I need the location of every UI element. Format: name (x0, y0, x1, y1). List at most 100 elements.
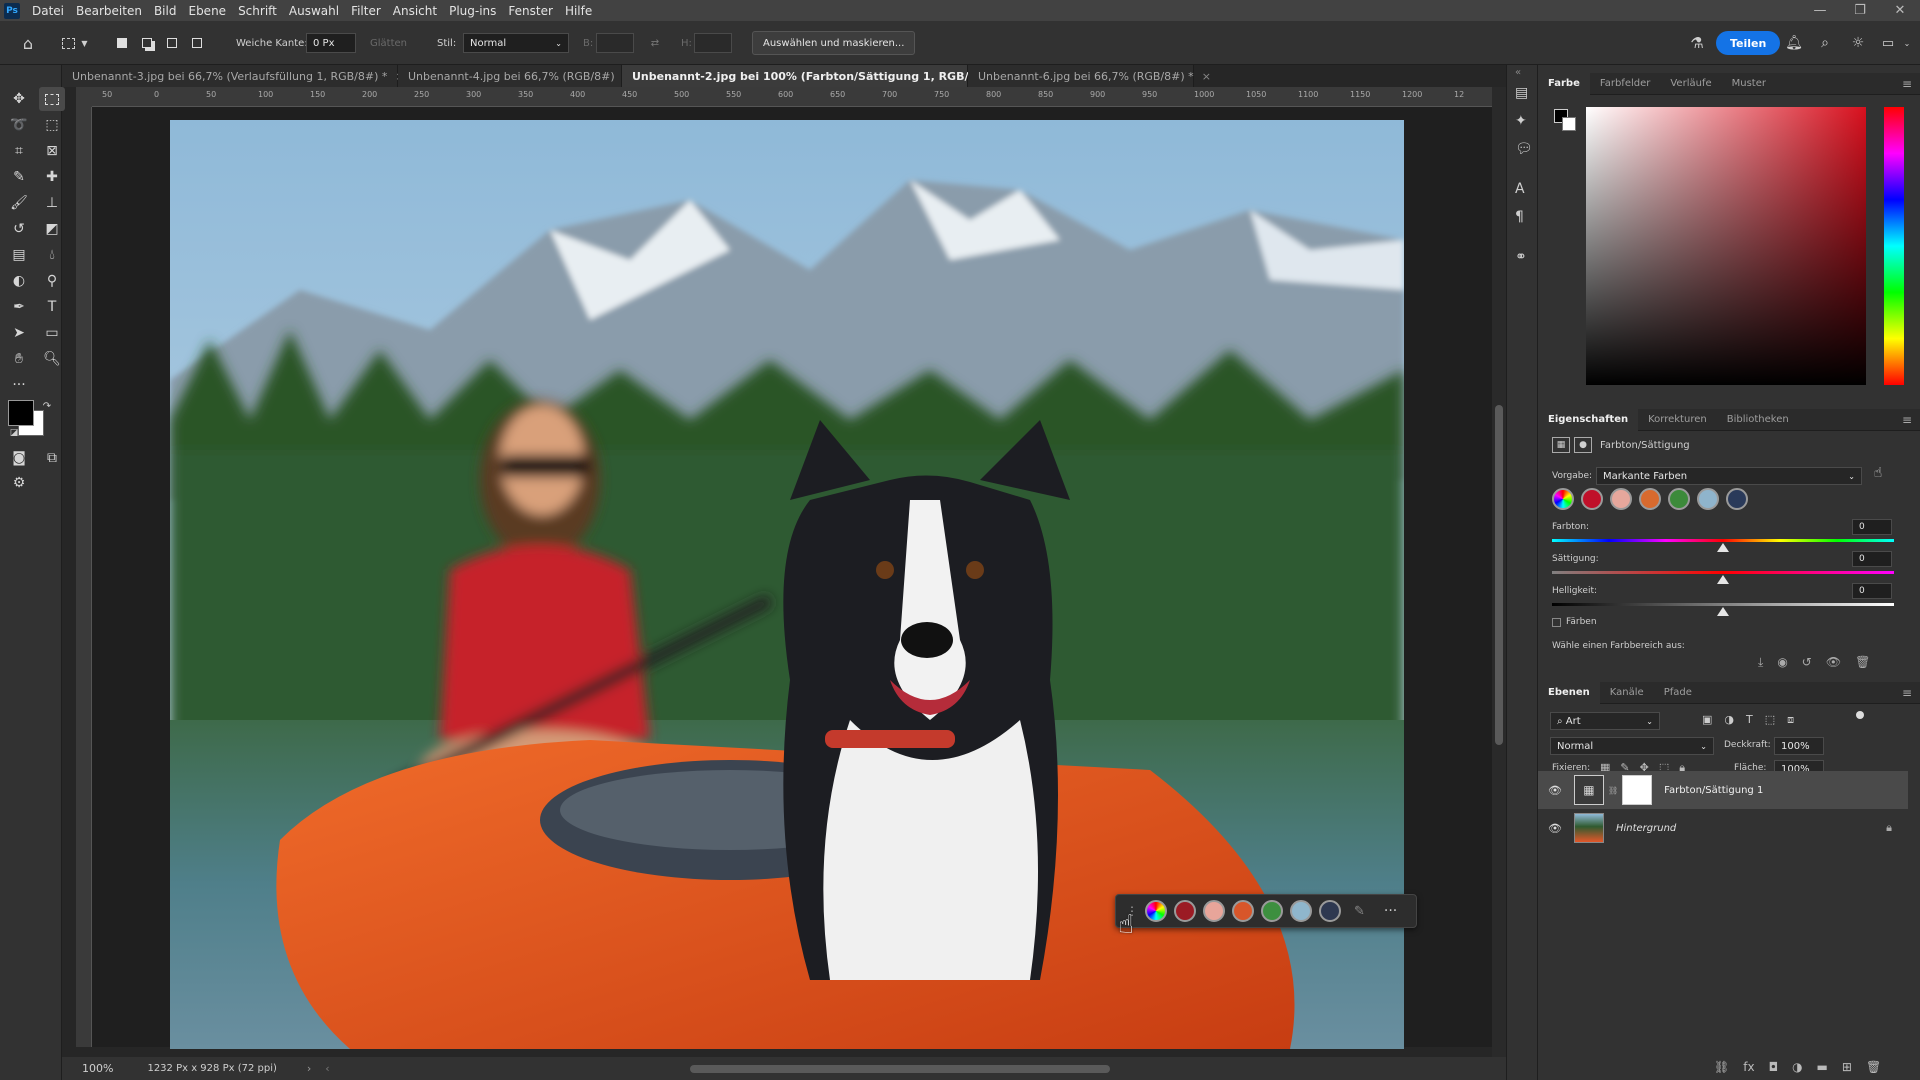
menu-item-bild[interactable]: Bild (148, 4, 183, 18)
more-tools-icon[interactable]: ··· (6, 373, 32, 397)
type-tool-icon[interactable]: T (39, 295, 65, 319)
eraser-tool-icon[interactable]: ◩ (39, 217, 65, 241)
visibility-eye-icon[interactable]: 👁︎ (1548, 822, 1562, 835)
saturation-slider[interactable] (1552, 571, 1894, 574)
more-options-icon[interactable]: ··· (1384, 903, 1397, 919)
hand-tool-icon[interactable]: ✋︎ (6, 347, 32, 371)
comments-icon[interactable]: 💬︎ (1515, 141, 1533, 157)
workspace-icon[interactable]: ▭ (1878, 21, 1898, 65)
width-input[interactable] (596, 33, 634, 53)
feather-input[interactable]: 0 Px (306, 33, 356, 53)
swap-dimensions-icon[interactable]: ⇄ (647, 21, 663, 65)
reset-icon[interactable]: ↺ (1802, 655, 1812, 670)
history-brush-tool-icon[interactable]: ↺ (6, 217, 32, 241)
tab-kanaele[interactable]: Kanäle (1600, 682, 1654, 704)
pen-tool-icon[interactable]: ✒ (6, 295, 32, 319)
menu-item-ebene[interactable]: Ebene (182, 4, 232, 18)
tab-korrekturen[interactable]: Korrekturen (1638, 409, 1717, 431)
preset-dropdown[interactable]: Markante Farben ⌄ (1596, 467, 1862, 485)
share-button[interactable]: Teilen (1716, 31, 1781, 55)
character-panel-icon[interactable]: A (1515, 181, 1525, 197)
blend-mode-dropdown[interactable]: Normal ⌄ (1550, 737, 1714, 755)
crop-tool-icon[interactable]: ⌗ (6, 139, 32, 163)
rect-marquee-tool-icon[interactable] (39, 87, 65, 111)
preset-swatch-orange[interactable] (1639, 488, 1661, 510)
search-icon[interactable]: ⌕ (1815, 21, 1835, 65)
zoom-tool-icon[interactable]: 🔍︎ (39, 347, 65, 371)
color-bg-swatch[interactable] (1562, 117, 1576, 131)
add-selection-icon[interactable] (138, 21, 156, 65)
new-adjustment-icon[interactable]: ◑ (1792, 1060, 1802, 1074)
all-colors-swatch[interactable] (1145, 900, 1167, 922)
context-swatch-6[interactable] (1319, 900, 1341, 922)
default-colors-icon[interactable]: ◪ (8, 427, 20, 439)
scroll-thumb[interactable] (1495, 405, 1503, 745)
hue-slider[interactable] (1884, 107, 1904, 385)
tab-unbenannt-3[interactable]: Unbenannt-3.jpg bei 66,7% (Verlaufsfüllu… (62, 65, 405, 87)
restore-icon[interactable]: ❐ (1840, 0, 1880, 21)
menu-item-auswahl[interactable]: Auswahl (283, 4, 345, 18)
lightness-value-input[interactable]: 0 (1852, 583, 1892, 599)
intersect-selection-icon[interactable] (188, 21, 206, 65)
opacity-input[interactable]: 100% (1774, 737, 1824, 755)
new-layer-icon[interactable]: ⊞ (1842, 1060, 1852, 1074)
hue-value-input[interactable]: 0 (1852, 519, 1892, 535)
tab-muster[interactable]: Muster (1722, 73, 1776, 95)
screen-mode-icon[interactable]: ⧉ (39, 446, 65, 470)
filter-toggle-icon[interactable] (1856, 711, 1864, 719)
layer-mask-thumbnail[interactable] (1622, 775, 1653, 805)
minimize-icon[interactable]: — (1800, 0, 1840, 21)
colorize-checkbox[interactable] (1552, 618, 1561, 627)
quick-mask-icon[interactable]: ◙ (6, 446, 32, 470)
frame-tool-icon[interactable]: ⊠ (39, 139, 65, 163)
saturation-value-input[interactable]: 0 (1852, 551, 1892, 567)
hue-slider-thumb[interactable] (1717, 543, 1729, 552)
swap-colors-icon[interactable]: ↷ (40, 399, 54, 413)
dodge-tool-icon[interactable]: ◐ (6, 269, 32, 293)
tab-unbenannt-4[interactable]: Unbenannt-4.jpg bei 66,7% (RGB/8#)× (398, 65, 632, 87)
eyedropper-tool-icon[interactable]: ✎ (6, 165, 32, 189)
lasso-tool-icon[interactable]: ➰ (6, 113, 32, 137)
context-swatch-2[interactable] (1203, 900, 1225, 922)
rectangle-tool-icon[interactable]: ▭ (39, 321, 65, 345)
foreground-color-swatch[interactable] (8, 400, 34, 426)
tab-farbe[interactable]: Farbe (1538, 72, 1590, 95)
select-and-mask-button[interactable]: Auswählen und maskieren... (752, 31, 916, 55)
beaker-icon[interactable]: ⚗ (1687, 21, 1707, 65)
chevron-down-icon[interactable]: ⌄ (1900, 21, 1914, 65)
sparkle-edit-icon[interactable]: ⚙ (6, 471, 32, 495)
lightness-slider-thumb[interactable] (1717, 607, 1729, 616)
close-window-icon[interactable]: ✕ (1880, 0, 1920, 21)
horizontal-scroll-thumb[interactable] (689, 1064, 1110, 1073)
preset-swatch-skin[interactable] (1610, 488, 1632, 510)
layer-row-hue-saturation[interactable]: 👁︎ ▦ ⛓ Farbton/Sättigung 1 (1538, 771, 1908, 809)
menu-item-schrift[interactable]: Schrift (232, 4, 283, 18)
height-input[interactable] (694, 33, 732, 53)
filter-adjustment-icon[interactable]: ◑ (1724, 713, 1734, 727)
new-selection-icon[interactable] (113, 21, 131, 65)
menu-item-fenster[interactable]: Fenster (502, 4, 559, 18)
home-icon[interactable]: ⌂ (18, 21, 38, 65)
path-select-tool-icon[interactable]: ➤ (6, 321, 32, 345)
eyedropper-icon[interactable]: ✎ (1354, 904, 1365, 919)
brush-tool-icon[interactable]: 🖌︎ (6, 191, 32, 215)
filter-smart-object-icon[interactable]: ⧈ (1787, 713, 1794, 727)
tab-farbfelder[interactable]: Farbfelder (1590, 73, 1660, 95)
style-dropdown[interactable]: Normal ⌄ (463, 33, 569, 53)
tab-verlaeufe[interactable]: Verläufe (1660, 73, 1721, 95)
targeted-adjust-hand-icon[interactable]: ☝︎ (1868, 465, 1888, 481)
collapse-icon[interactable]: « (1515, 67, 1521, 78)
visibility-icon[interactable]: 👁︎ (1826, 655, 1841, 670)
brush-settings-icon[interactable]: ✦ (1515, 113, 1527, 129)
blur-tool-icon[interactable]: 💧︎ (39, 243, 65, 267)
panel-menu-icon[interactable]: ≡ (1902, 413, 1912, 427)
tab-eigenschaften[interactable]: Eigenschaften (1538, 408, 1639, 431)
fx-icon[interactable]: fx (1743, 1060, 1754, 1074)
view-previous-icon[interactable]: ◉ (1777, 655, 1787, 670)
clip-to-layer-icon[interactable]: ⤓ (1758, 655, 1763, 670)
trash-icon[interactable]: 🗑︎ (1855, 655, 1870, 670)
menu-item-datei[interactable]: Datei (26, 4, 70, 18)
preset-swatch-green[interactable] (1668, 488, 1690, 510)
hue-adjust-slider[interactable] (1552, 539, 1894, 542)
context-swatch-4[interactable] (1261, 900, 1283, 922)
